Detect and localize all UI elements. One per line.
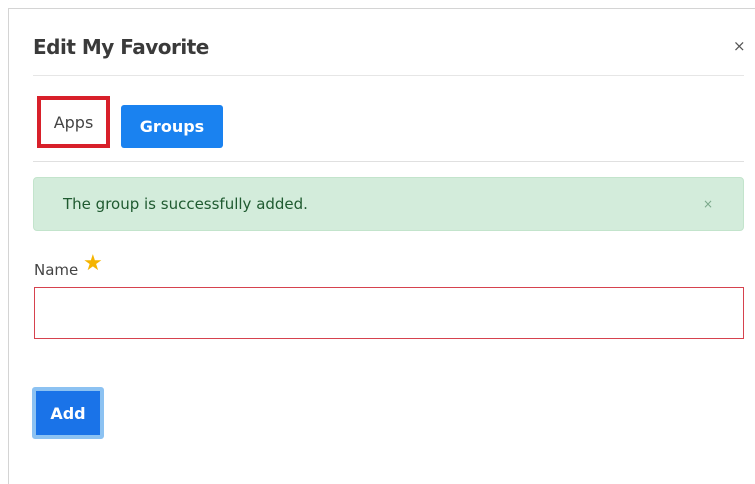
alert-message: The group is successfully added. [63,195,308,213]
add-button-label: Add [50,403,86,423]
name-label: Name [34,261,79,279]
success-alert: The group is successfully added. × [33,177,744,231]
close-icon[interactable]: × [733,39,746,54]
tab-groups-label: Groups [139,117,205,136]
name-input[interactable] [34,287,744,339]
tab-apps-label: Apps [53,112,94,132]
tab-groups[interactable]: Groups [121,105,223,148]
dialog-title: Edit My Favorite [33,35,209,59]
tab-apps[interactable]: Apps [37,96,110,148]
header-divider [33,75,744,76]
alert-close-icon[interactable]: × [703,197,713,211]
required-star-icon: ★ [83,251,103,276]
edit-favorite-dialog: Edit My Favorite × Apps Groups The group… [8,8,755,484]
tabs-divider [33,161,744,162]
add-button[interactable]: Add [32,387,104,439]
